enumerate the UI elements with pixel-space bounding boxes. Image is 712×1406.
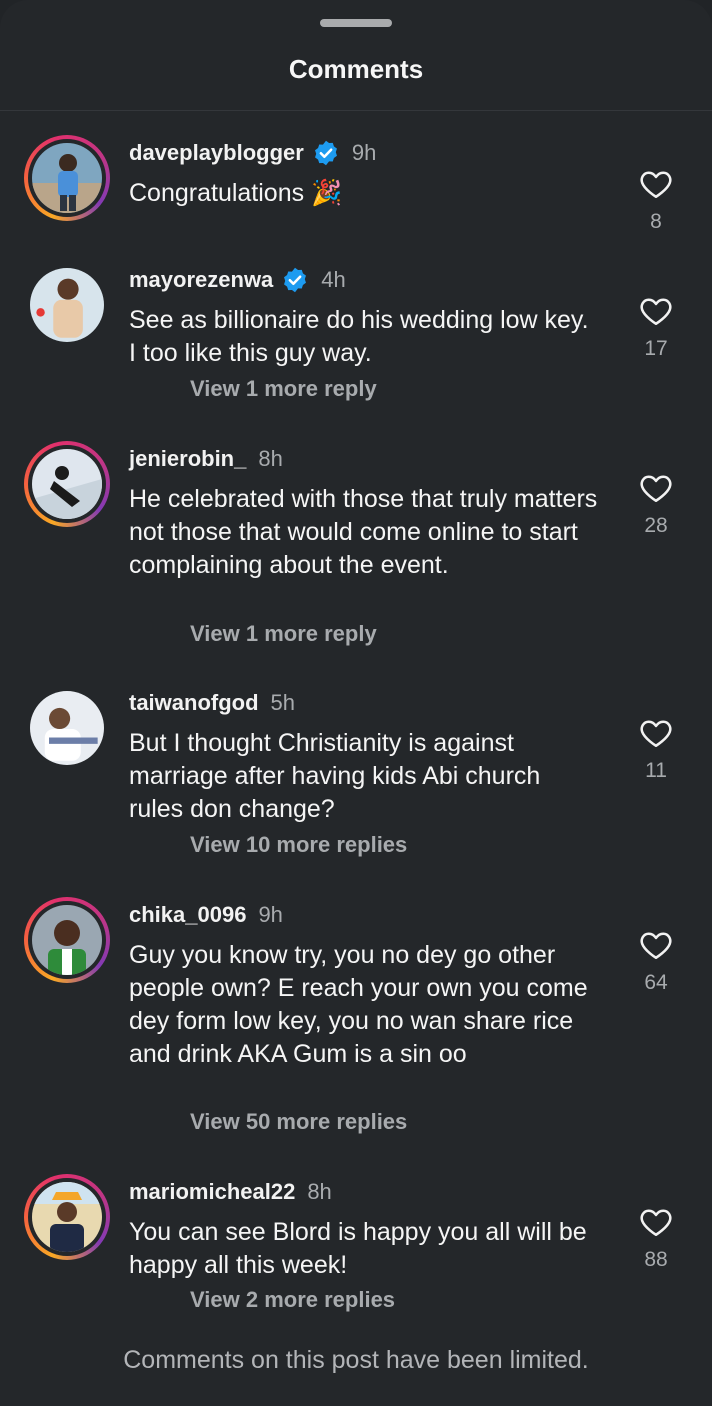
- username[interactable]: mayorezenwa: [129, 267, 273, 293]
- view-replies-link[interactable]: View 2 more replies: [190, 1287, 395, 1313]
- comment-time: 5h: [270, 690, 296, 715]
- avatar[interactable]: [24, 897, 110, 983]
- like-button[interactable]: 8: [636, 166, 676, 234]
- sheet-title: Comments: [288, 54, 424, 84]
- comments-sheet: Comments daveplayblogger 9h Congratulati…: [0, 0, 712, 1406]
- avatar-image: [32, 449, 102, 519]
- comment-text: But I thought Christianity is against ma…: [129, 729, 548, 823]
- comment-time: 8h: [307, 1179, 332, 1204]
- like-button[interactable]: 64: [636, 927, 676, 995]
- heart-outline-icon: [640, 171, 672, 199]
- avatar[interactable]: [24, 441, 110, 527]
- username[interactable]: taiwanofgod: [129, 690, 259, 716]
- like-count: 28: [644, 514, 668, 537]
- like-count: 11: [645, 759, 667, 782]
- heart-outline-icon: [640, 1209, 672, 1237]
- comment-text: See as billionaire do his wedding low ke…: [129, 306, 603, 367]
- comment-time: 8h: [258, 446, 283, 471]
- verified-badge-icon: [281, 266, 309, 294]
- heart-outline-icon: [640, 720, 672, 748]
- username[interactable]: chika_0096: [129, 902, 246, 928]
- username[interactable]: jenierobin_: [129, 446, 246, 472]
- view-replies-link[interactable]: View 1 more reply: [190, 621, 377, 647]
- comment-text: Congratulations 🎉: [129, 179, 343, 207]
- avatar[interactable]: [30, 691, 104, 765]
- comment-time: 9h: [258, 902, 283, 927]
- drag-handle[interactable]: [320, 19, 392, 27]
- comments-limited-notice: Comments on this post have been limited.: [123, 1346, 589, 1374]
- avatar[interactable]: [24, 1174, 110, 1260]
- comment-time: 4h: [321, 267, 346, 292]
- heart-outline-icon: [640, 298, 672, 326]
- verified-badge-icon: [312, 139, 340, 167]
- like-button[interactable]: 88: [636, 1204, 676, 1272]
- comment-text: He celebrated with those that truly matt…: [129, 485, 605, 579]
- like-count: 64: [644, 971, 668, 994]
- comment-time: 9h: [351, 140, 377, 165]
- view-replies-link[interactable]: View 50 more replies: [190, 1109, 407, 1135]
- username[interactable]: mariomicheal22: [129, 1179, 295, 1205]
- comment-text: You can see Blord is happy you all will …: [129, 1218, 594, 1279]
- username[interactable]: daveplayblogger: [129, 140, 304, 166]
- view-replies-link[interactable]: View 10 more replies: [190, 832, 407, 858]
- like-button[interactable]: 11: [636, 715, 676, 783]
- heart-outline-icon: [640, 932, 672, 960]
- like-button[interactable]: 28: [636, 470, 676, 538]
- heart-outline-icon: [640, 475, 672, 503]
- avatar[interactable]: [24, 135, 110, 221]
- avatar[interactable]: [30, 268, 104, 342]
- avatar-image: [30, 268, 104, 342]
- view-replies-link[interactable]: View 1 more reply: [190, 376, 377, 402]
- like-button[interactable]: 17: [636, 293, 676, 361]
- avatar-image: [32, 1182, 102, 1252]
- like-count: 8: [650, 210, 662, 233]
- like-count: 88: [644, 1248, 668, 1271]
- header-divider: [0, 110, 712, 111]
- like-count: 17: [644, 337, 668, 360]
- comment-text: Guy you know try, you no dey go other pe…: [129, 941, 595, 1068]
- avatar-image: [32, 143, 102, 213]
- avatar-image: [30, 691, 104, 765]
- avatar-image: [32, 905, 102, 975]
